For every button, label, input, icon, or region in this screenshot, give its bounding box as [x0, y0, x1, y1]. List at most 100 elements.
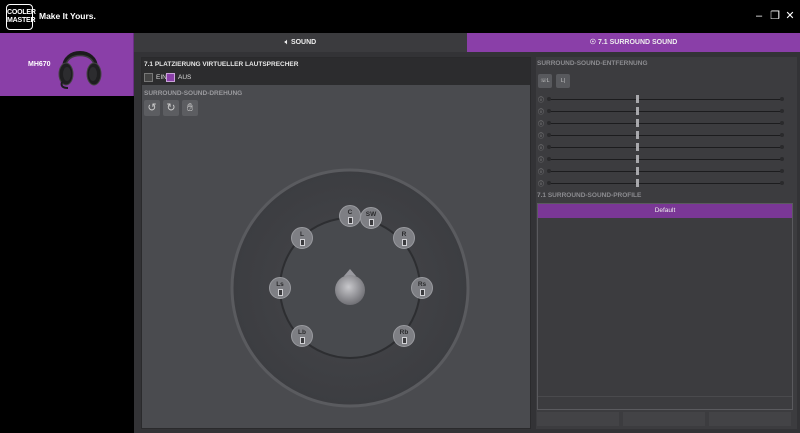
speaker-icon — [299, 239, 305, 246]
speaker-lb[interactable]: Lb — [291, 325, 313, 347]
placement-header: 7.1 PLATZIERUNG VIRTUELLER LAUTSPRECHER … — [142, 58, 530, 85]
slider-track[interactable] — [550, 171, 782, 172]
slider-track[interactable] — [550, 123, 782, 124]
slider-thumb[interactable] — [635, 119, 639, 127]
speaker-icon — [299, 337, 305, 344]
slider-thumb[interactable] — [635, 143, 639, 151]
slider-start-dot — [547, 121, 551, 125]
slider-start-dot — [547, 109, 551, 113]
distance-slider-3[interactable]: ⓘ — [538, 118, 784, 128]
distance-slider-4[interactable]: ⓘ — [538, 130, 784, 140]
distance-slider-2[interactable]: ⓘ — [538, 106, 784, 116]
speaker-label: C — [347, 209, 353, 216]
rotation-label: SURROUND-SOUND-DREHUNG — [144, 90, 243, 97]
checkbox-on[interactable] — [144, 72, 153, 82]
speaker-sw[interactable]: SW — [360, 207, 382, 229]
tab-bar: 🔈︎ SOUND ☉ 7.1 SURROUND SOUND — [134, 33, 800, 52]
restore-icon[interactable]: ❐ — [768, 9, 782, 23]
main-content: 7.1 PLATZIERUNG VIRTUELLER LAUTSPRECHER … — [134, 52, 800, 433]
speaker-icon — [277, 289, 283, 296]
placement-title: 7.1 PLATZIERUNG VIRTUELLER LAUTSPRECHER — [144, 61, 299, 68]
checkbox-off[interactable] — [166, 72, 175, 82]
distance-slider-1[interactable]: ⓘ — [538, 94, 784, 104]
rotate-right-icon[interactable]: ↻ — [163, 100, 179, 116]
speaker-ls[interactable]: Ls — [269, 277, 291, 299]
distance-slider-8[interactable]: ⓘ — [538, 178, 784, 188]
tab-sound-label: SOUND — [290, 39, 317, 46]
speaker-l[interactable]: L — [291, 227, 313, 249]
speaker-label: L — [300, 231, 304, 238]
speaker-icon — [401, 337, 407, 344]
speaker-icon: 🔈︎ — [284, 39, 289, 46]
speaker-small-icon: ⓘ — [538, 134, 545, 140]
speaker-label: Rb — [399, 329, 409, 336]
slider-thumb[interactable] — [635, 179, 639, 187]
slider-thumb[interactable] — [635, 155, 639, 163]
tab-surround-label: 7.1 SURROUND SOUND — [597, 39, 678, 46]
option-off[interactable]: AUS — [166, 72, 191, 82]
profile-list-footer[interactable] — [538, 396, 792, 409]
speaker-small-icon: ⓘ — [538, 146, 545, 152]
slider-track[interactable] — [550, 111, 782, 112]
profile-action-button-3[interactable] — [709, 412, 791, 426]
equalize-distance-icon[interactable]: L| — [556, 74, 570, 88]
rotate-left-icon[interactable]: ↺ — [144, 100, 160, 116]
profiles-title: 7.1 SURROUND-SOUND-PROFILE — [537, 192, 642, 199]
slider-start-dot — [547, 133, 551, 137]
speaker-icon — [347, 217, 353, 224]
speaker-label: Ls — [276, 281, 284, 288]
speaker-icon — [419, 289, 425, 296]
slider-start-dot — [547, 97, 551, 101]
speaker-label: Rs — [417, 281, 427, 288]
speaker-label: R — [401, 231, 407, 238]
slider-end-dot — [780, 181, 784, 185]
profile-action-button-1[interactable] — [537, 412, 619, 426]
speaker-icon — [368, 219, 374, 226]
slider-start-dot — [547, 181, 551, 185]
profile-item-default[interactable]: Default — [538, 204, 792, 218]
slider-thumb[interactable] — [635, 167, 639, 175]
slider-track[interactable] — [550, 135, 782, 136]
profile-action-button-2[interactable] — [623, 412, 705, 426]
speaker-label: Lb — [298, 329, 306, 336]
slider-end-dot — [780, 133, 784, 137]
distance-slider-6[interactable]: ⓘ — [538, 154, 784, 164]
slider-end-dot — [780, 169, 784, 173]
app-tagline: Make It Yours. — [39, 11, 96, 21]
slider-end-dot — [780, 97, 784, 101]
slider-track[interactable] — [550, 99, 782, 100]
logo-line-2: MASTER — [7, 17, 36, 24]
slider-thumb[interactable] — [635, 107, 639, 115]
slider-thumb[interactable] — [635, 131, 639, 139]
distance-slider-7[interactable]: ⓘ — [538, 166, 784, 176]
tab-surround-sound[interactable]: ☉ 7.1 SURROUND SOUND — [467, 33, 800, 52]
slider-track[interactable] — [550, 159, 782, 160]
logo-line-1: COOLER — [7, 9, 36, 16]
device-name: MH670 — [28, 61, 51, 68]
slider-start-dot — [547, 169, 551, 173]
speaker-r[interactable]: R — [393, 227, 415, 249]
slider-end-dot — [780, 121, 784, 125]
hand-icon[interactable]: ✋︎ — [182, 100, 198, 116]
slider-end-dot — [780, 157, 784, 161]
option-on[interactable]: EIN — [144, 72, 167, 82]
slider-start-dot — [547, 145, 551, 149]
slider-thumb[interactable] — [635, 95, 639, 103]
reset-distance-icon[interactable]: ☏L — [538, 74, 552, 88]
device-sidebar: MH670 — [0, 33, 134, 433]
slider-track[interactable] — [550, 147, 782, 148]
speaker-rb[interactable]: Rb — [393, 325, 415, 347]
speaker-placement-panel: 7.1 PLATZIERUNG VIRTUELLER LAUTSPRECHER … — [141, 57, 531, 429]
speaker-small-icon: ⓘ — [538, 122, 545, 128]
tab-sound[interactable]: 🔈︎ SOUND — [134, 33, 467, 52]
distance-slider-5[interactable]: ⓘ — [538, 142, 784, 152]
minimize-icon[interactable]: – — [752, 9, 766, 23]
speaker-rs[interactable]: Rs — [411, 277, 433, 299]
close-icon[interactable]: ✕ — [783, 9, 797, 23]
speaker-layer: C SW L R Ls Rs Lb Rb — [230, 168, 470, 408]
slider-start-dot — [547, 157, 551, 161]
option-off-label: AUS — [178, 73, 192, 81]
speaker-c[interactable]: C — [339, 205, 361, 227]
device-card[interactable]: MH670 — [0, 33, 134, 96]
slider-track[interactable] — [550, 183, 782, 184]
